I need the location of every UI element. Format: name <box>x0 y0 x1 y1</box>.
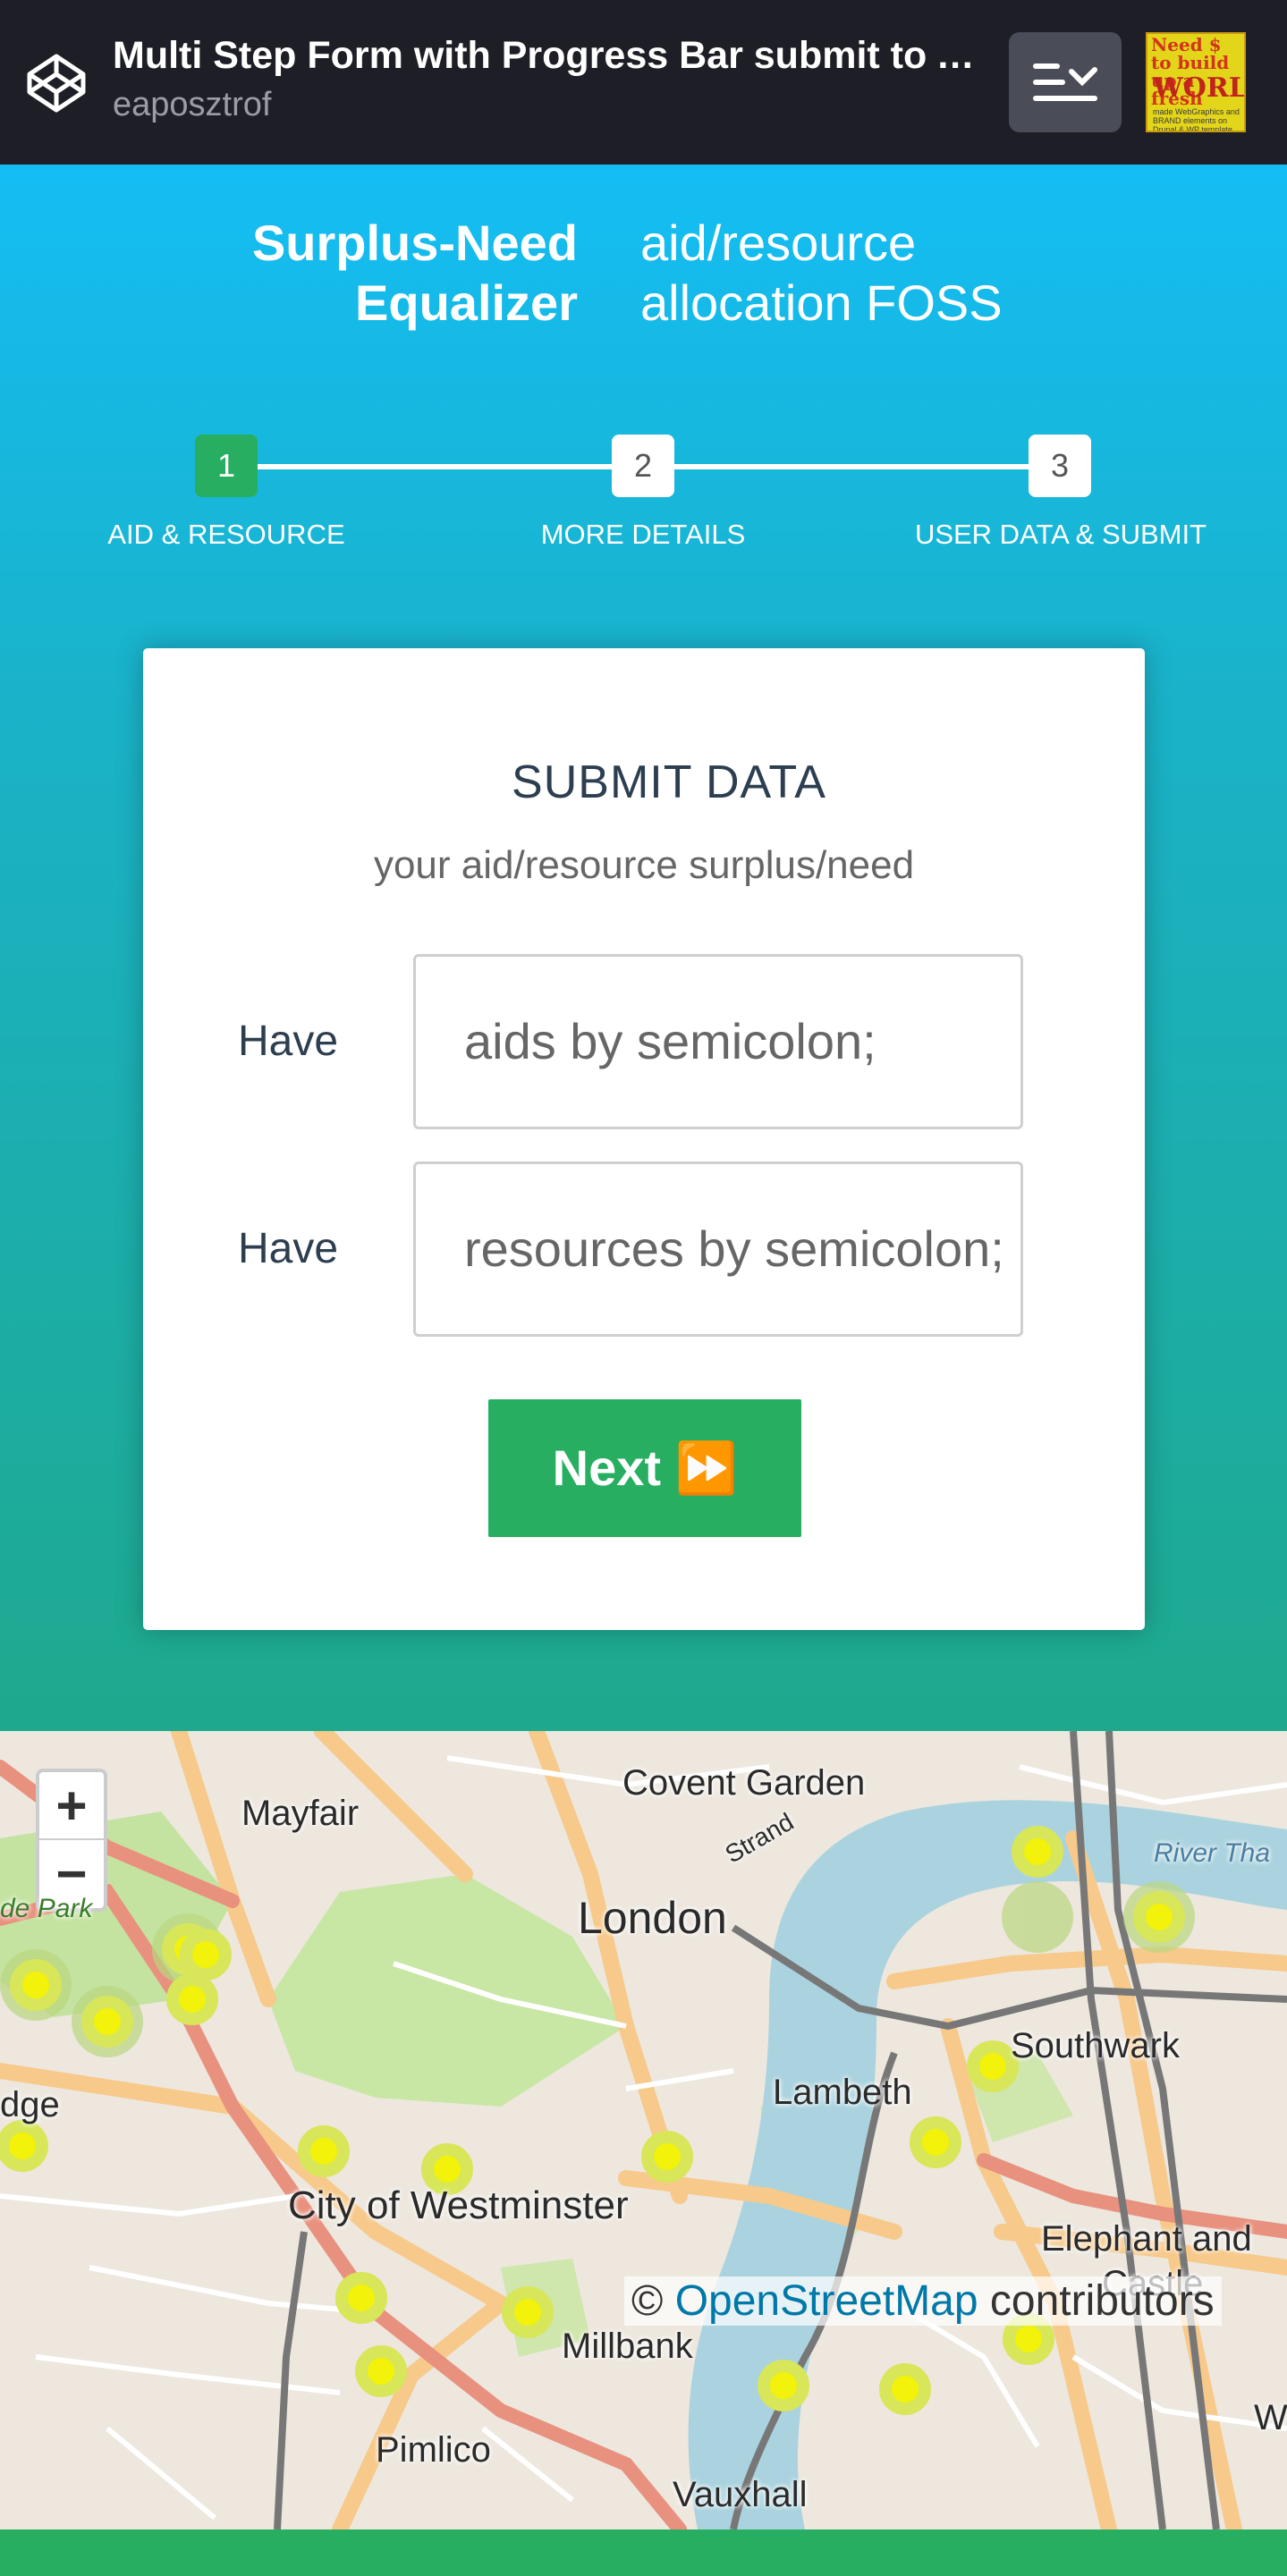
menu-chevron-icon <box>1033 63 1097 101</box>
attribution-suffix: contributors <box>978 2277 1215 2325</box>
tagline: aid/resource allocation FOSS <box>640 213 1003 333</box>
thumbnail-line-2: WORLD <box>1153 72 1246 104</box>
progress-line-2 <box>674 464 1029 469</box>
thumbnail-line-3: made WebGraphics and BRAND elements on D… <box>1153 107 1240 132</box>
pen-author[interactable]: eaposztrof <box>113 86 271 124</box>
map-attribution: © OpenStreetMap contributors <box>624 2276 1222 2326</box>
zoom-in-button[interactable]: + <box>39 1772 104 1840</box>
brand-line-1: Surplus-Need <box>251 215 578 271</box>
step-3-label: USER DATA & SUBMIT <box>914 519 1207 550</box>
resources-input[interactable]: resources by semicolon; <box>413 1161 1023 1337</box>
zoom-control: + − <box>36 1769 107 1912</box>
pen-title[interactable]: Multi Step Form with Progress Bar submit… <box>113 34 989 78</box>
map-label-southwark: Southwark <box>1011 2026 1180 2065</box>
app-header: Multi Step Form with Progress Bar submit… <box>0 0 1287 165</box>
progress-line-1 <box>258 464 612 469</box>
menu-button[interactable] <box>1009 32 1122 132</box>
bottom-bar <box>0 2530 1287 2576</box>
map-label-vauxhall: Vauxhall <box>673 2475 808 2514</box>
map-label-lambeth: Lambeth <box>773 2073 912 2112</box>
map[interactable]: + − Covent Garden Mayfair Strand London … <box>0 1731 1287 2530</box>
step-1-indicator[interactable]: 1 <box>195 435 258 497</box>
step-2-indicator[interactable]: 2 <box>612 435 674 497</box>
tagline-line-1: aid/resource <box>640 215 917 271</box>
map-label-mayfair: Mayfair <box>241 1794 360 1833</box>
map-label-pimlico: Pimlico <box>376 2430 491 2470</box>
map-label-london: London <box>578 1893 727 1943</box>
step-1-label: AID & RESOURCE <box>107 519 345 550</box>
map-label-covent-garden: Covent Garden <box>622 1763 866 1803</box>
step-2-label: MORE DETAILS <box>540 519 746 550</box>
tagline-line-2: allocation FOSS <box>640 274 1003 331</box>
form-subtitle: your aid/resource surplus/need <box>373 843 915 887</box>
form-title: SUBMIT DATA <box>512 756 826 808</box>
openstreetmap-link[interactable]: OpenStreetMap <box>675 2277 978 2325</box>
have-resources-label: Have <box>238 1225 339 1272</box>
map-label-hyde-park: de Park <box>0 1894 93 1923</box>
step-3-indicator[interactable]: 3 <box>1029 435 1091 497</box>
map-tiles <box>0 1731 1287 2530</box>
codepen-logo-icon[interactable] <box>25 52 88 114</box>
have-aids-label: Have <box>238 1018 339 1065</box>
map-label-westminster: City of Westminster <box>288 2183 629 2227</box>
project-thumbnail[interactable]: Need $ to build up a fresh WORLD made We… <box>1146 32 1246 132</box>
aids-input[interactable]: aids by semicolon; <box>413 954 1023 1129</box>
attribution-prefix: © <box>631 2277 675 2325</box>
next-button[interactable]: Next ⏩ <box>488 1399 801 1537</box>
form-card: SUBMIT DATA your aid/resource surplus/ne… <box>143 648 1145 1630</box>
map-label-bridge: dge <box>0 2085 60 2124</box>
map-label-w: W <box>1254 2398 1287 2437</box>
map-label-elephant: Elephant and <box>1041 2219 1252 2259</box>
map-label-millbank: Millbank <box>562 2327 693 2366</box>
brand-line-2: Equalizer <box>355 274 578 331</box>
brand-title: Surplus-Need Equalizer <box>179 213 578 333</box>
map-label-river-thames: River Tha <box>1154 1838 1271 1868</box>
